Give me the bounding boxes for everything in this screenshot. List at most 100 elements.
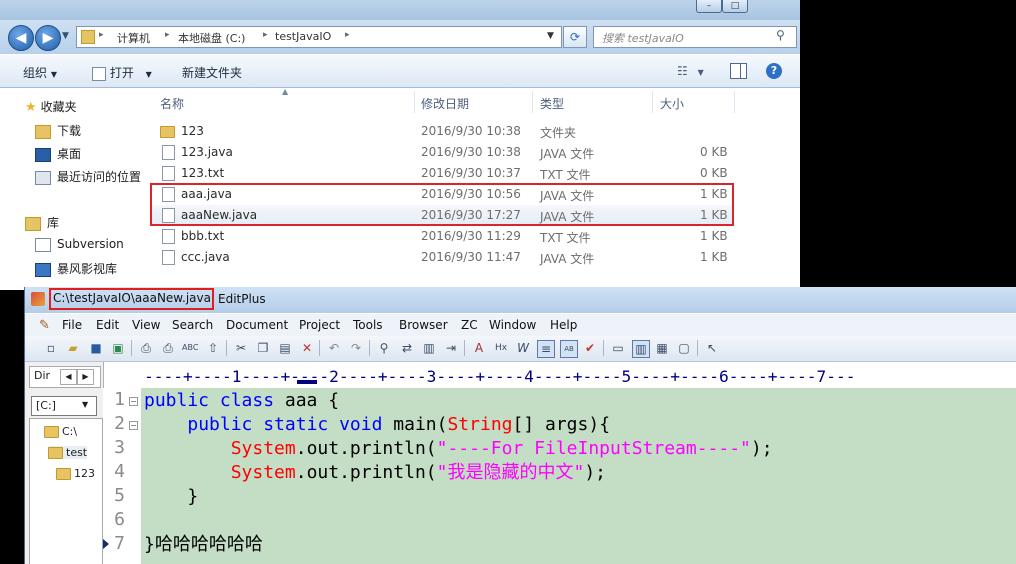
- replace-icon[interactable]: ⇄: [399, 340, 415, 356]
- menu-help[interactable]: Help: [550, 318, 577, 332]
- find-in-files-icon[interactable]: ▥: [421, 340, 437, 356]
- directory-window-icon[interactable]: ▥: [632, 340, 650, 358]
- context-help-icon[interactable]: ↖: [704, 340, 720, 356]
- spellcheck-icon[interactable]: ABC: [182, 340, 198, 356]
- menu-search[interactable]: Search: [172, 318, 213, 332]
- save-icon[interactable]: ■: [88, 340, 104, 356]
- print-preview-icon[interactable]: ⎙: [138, 340, 154, 356]
- refresh-button[interactable]: ⟳: [563, 26, 587, 48]
- nav-favorites[interactable]: ★ 收藏夹: [25, 98, 77, 118]
- fold-marker-icon[interactable]: −: [129, 421, 138, 430]
- forward-arrow-icon: ▶: [42, 30, 54, 46]
- scroll-left-button[interactable]: ◀: [60, 369, 77, 385]
- organize-button[interactable]: 组织 ▼: [23, 64, 57, 81]
- menu-project[interactable]: Project: [299, 318, 340, 332]
- find-icon[interactable]: ⚲: [376, 340, 392, 356]
- tree-item-test[interactable]: test: [48, 446, 88, 459]
- column-header-size[interactable]: 大小: [660, 95, 684, 112]
- nav-subversion[interactable]: Subversion: [35, 237, 124, 257]
- ruler-toggle-icon[interactable]: AB: [560, 340, 578, 358]
- desktop-icon: [35, 147, 51, 162]
- nav-downloads[interactable]: 下载: [35, 122, 81, 142]
- fold-marker-icon[interactable]: −: [129, 397, 138, 406]
- menu-tools[interactable]: Tools: [353, 318, 383, 332]
- cliptext-window-icon[interactable]: ▦: [654, 340, 670, 356]
- menu-browser[interactable]: Browser: [399, 318, 448, 332]
- file-row[interactable]: 123.java 2016/9/30 10:38 JAVA 文件 0 KB: [152, 142, 732, 163]
- column-divider[interactable]: [652, 91, 653, 113]
- output-window-icon[interactable]: ▭: [610, 340, 626, 356]
- breadcrumb-local-disk[interactable]: 本地磁盘 (C:): [178, 30, 245, 46]
- paste-icon[interactable]: ▤: [277, 340, 293, 356]
- column-header-date[interactable]: 修改日期: [421, 95, 469, 112]
- address-field[interactable]: ▸ 计算机 ▸ 本地磁盘 (C:) ▸ testJavaIO ▸ ▼: [76, 26, 562, 48]
- print-icon[interactable]: ⎙: [160, 340, 176, 356]
- menu-edit[interactable]: Edit: [96, 318, 119, 332]
- column-divider[interactable]: [414, 91, 415, 113]
- folder-icon: [81, 30, 95, 44]
- desktop-background: [800, 0, 1016, 290]
- column-divider[interactable]: [532, 91, 533, 113]
- copy-icon[interactable]: ❐: [255, 340, 271, 356]
- chevron-down-icon[interactable]: ▼: [62, 31, 69, 41]
- file-row[interactable]: ccc.java 2016/9/30 11:47 JAVA 文件 1 KB: [152, 247, 732, 268]
- drive-select[interactable]: [C:] ▼: [31, 396, 97, 416]
- nav-libraries[interactable]: 库: [25, 214, 59, 234]
- check-icon[interactable]: ✔: [582, 340, 598, 356]
- editplus-app-icon[interactable]: [31, 292, 45, 306]
- chevron-down-icon[interactable]: ▼: [547, 31, 554, 41]
- ftp-icon[interactable]: ⇧: [205, 340, 221, 356]
- menu-document[interactable]: Document: [226, 318, 288, 332]
- view-options-button[interactable]: ☷ ▼: [677, 64, 704, 78]
- cut-icon[interactable]: ✂: [233, 340, 249, 356]
- maximize-button[interactable]: □: [722, 0, 748, 13]
- tree-item-123[interactable]: 123: [56, 467, 95, 480]
- column-header-type[interactable]: 类型: [540, 95, 564, 112]
- file-row[interactable]: 123.txt 2016/9/30 10:37 TXT 文件 0 KB: [152, 163, 732, 184]
- font-icon[interactable]: A: [471, 340, 487, 356]
- open-folder-icon[interactable]: ▰: [65, 340, 81, 356]
- nav-baofeng-library[interactable]: 暴风影视库: [35, 260, 117, 280]
- highlight-box-title: [49, 288, 214, 310]
- minimize-button[interactable]: –: [696, 0, 722, 13]
- redo-icon[interactable]: ↷: [348, 340, 364, 356]
- breadcrumb-computer[interactable]: 计算机: [117, 30, 150, 46]
- menu-zc[interactable]: ZC: [461, 318, 478, 332]
- hex-view-icon[interactable]: Hx: [493, 340, 509, 356]
- back-button[interactable]: ◀: [8, 25, 34, 51]
- preview-pane-button[interactable]: [730, 63, 747, 79]
- nav-recent-places[interactable]: 最近访问的位置: [35, 168, 141, 188]
- menu-window[interactable]: Window: [489, 318, 536, 332]
- code-editor[interactable]: public class aaa { public static void ma…: [141, 388, 1016, 564]
- delete-icon[interactable]: ✕: [299, 340, 315, 356]
- star-icon: ★: [25, 100, 37, 115]
- breadcrumb-testjavaio[interactable]: testJavaIO: [275, 30, 331, 43]
- fullscreen-icon[interactable]: ▢: [676, 340, 692, 356]
- scroll-right-button[interactable]: ▶: [77, 369, 94, 385]
- menu-file[interactable]: File: [62, 318, 82, 332]
- goto-line-icon[interactable]: ⇥: [443, 340, 459, 356]
- ruler-cursor-marker: [297, 380, 317, 384]
- chevron-down-icon: ▼: [697, 68, 704, 77]
- nav-desktop[interactable]: 桌面: [35, 145, 81, 165]
- tree-item-root[interactable]: C:\: [44, 425, 77, 438]
- code-line-7: }哈哈哈哈哈哈: [144, 534, 263, 555]
- line-number-toggle-icon[interactable]: ≡: [537, 340, 555, 358]
- save-all-icon[interactable]: ▣: [110, 340, 126, 356]
- new-file-icon[interactable]: ▫: [43, 340, 59, 356]
- menu-view[interactable]: View: [132, 318, 160, 332]
- toolbar-separator: [131, 340, 132, 356]
- search-input[interactable]: 搜索 testJavaIO ⚲: [593, 26, 797, 48]
- undo-icon[interactable]: ↶: [326, 340, 342, 356]
- new-folder-button[interactable]: 新建文件夹: [182, 64, 242, 81]
- line-number: 4: [114, 461, 125, 482]
- file-row[interactable]: bbb.txt 2016/9/30 11:29 TXT 文件 1 KB: [152, 226, 732, 247]
- help-icon[interactable]: ?: [766, 63, 782, 79]
- column-divider[interactable]: [734, 91, 735, 113]
- word-wrap-icon[interactable]: W: [515, 340, 531, 356]
- forward-button[interactable]: ▶: [35, 25, 61, 51]
- file-row[interactable]: 123 2016/9/30 10:38 文件夹: [152, 121, 732, 142]
- dir-tab[interactable]: Dir ◀ ▶: [29, 366, 101, 388]
- open-button[interactable]: 打开 ▼: [92, 64, 152, 81]
- column-header-name[interactable]: 名称: [160, 95, 184, 112]
